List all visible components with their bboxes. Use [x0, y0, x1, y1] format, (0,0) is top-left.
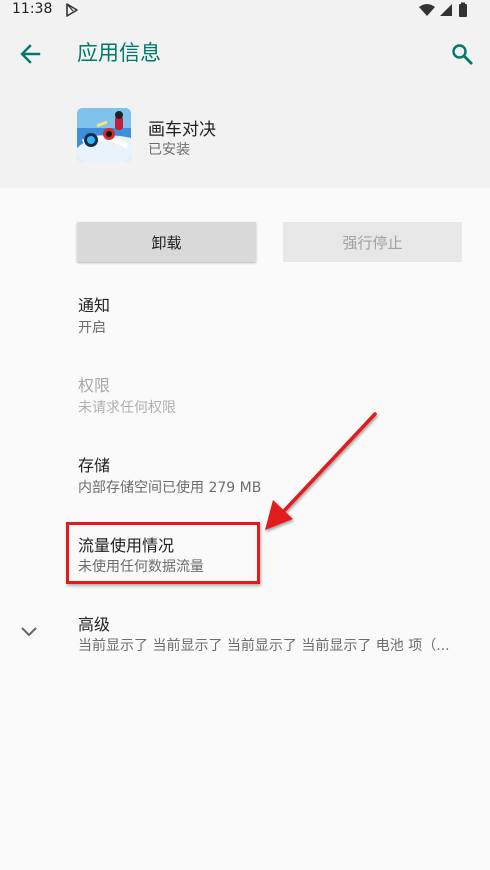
force-stop-button[interactable]: 强行停止 — [283, 222, 462, 262]
notifications-subtitle: 开启 — [78, 320, 106, 336]
notifications-title: 通知 — [78, 296, 111, 315]
signal-icon — [440, 4, 452, 16]
system-status-icons — [419, 2, 467, 17]
page-title: 应用信息 — [77, 41, 161, 65]
play-store-icon — [66, 3, 78, 17]
status-bar: 11:38 — [0, 0, 490, 20]
chevron-down-icon — [21, 627, 37, 637]
wifi-icon — [419, 4, 435, 16]
status-time: 11:38 — [12, 1, 53, 17]
permissions-subtitle: 未请求任何权限 — [78, 400, 176, 416]
storage-title: 存储 — [78, 456, 111, 475]
search-button[interactable] — [446, 38, 478, 70]
app-install-status: 已安装 — [148, 142, 190, 158]
app-name: 画车对决 — [148, 120, 216, 140]
uninstall-button[interactable]: 卸载 — [77, 222, 256, 262]
back-button[interactable] — [14, 38, 46, 70]
advanced-subtitle: 当前显示了 当前显示了 当前显示了 当前显示了 电池 项（... — [78, 638, 450, 654]
app-info-screen: 11:38 应用信息 画车对决 已安装 卸载 强行停止 通知 开启 权限 未请求… — [0, 0, 490, 870]
app-header: 应用信息 画车对决 已安装 — [0, 20, 490, 188]
app-icon — [77, 108, 131, 162]
permissions-title: 权限 — [78, 376, 111, 395]
storage-subtitle: 内部存储空间已使用 279 MB — [78, 480, 262, 496]
advanced-title: 高级 — [78, 615, 111, 634]
annotation-highlight-box — [66, 522, 260, 584]
arrow-back-icon — [20, 44, 41, 64]
search-icon — [452, 44, 473, 65]
battery-icon — [459, 2, 467, 17]
